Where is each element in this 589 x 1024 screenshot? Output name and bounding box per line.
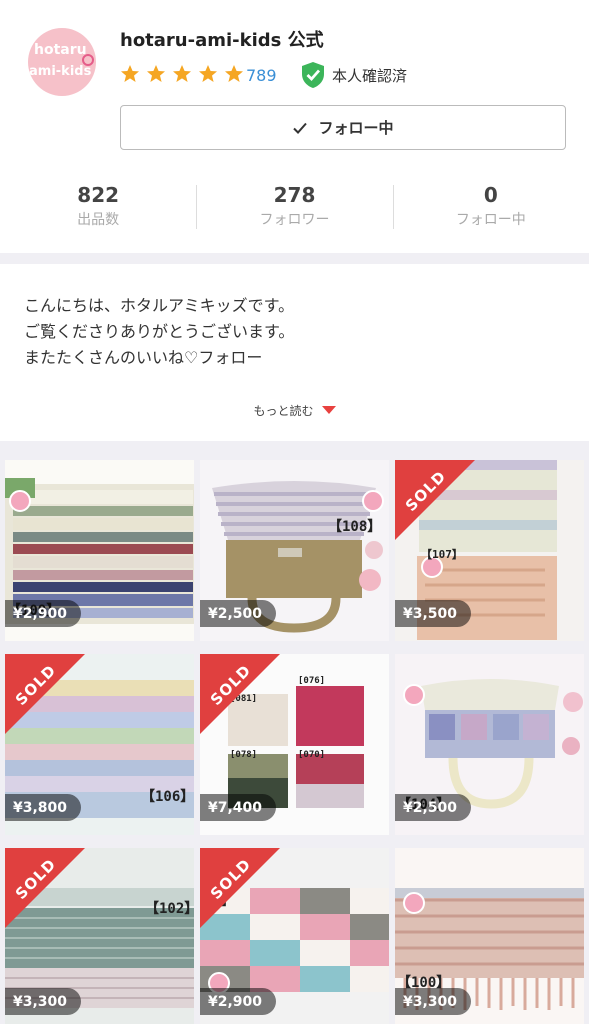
sold-ribbon: SOLD: [395, 460, 475, 540]
item-tile[interactable]: 【109】 ¥2,900: [5, 460, 194, 641]
item-tile[interactable]: 【108】 ¥2,500: [200, 460, 389, 641]
shield-check-icon: [302, 62, 324, 88]
shop-name: hotaru-ami-kids 公式: [120, 30, 324, 51]
sold-ribbon: SOLD: [5, 654, 85, 734]
star-icon: [225, 65, 243, 82]
avatar-text-line1: hotaru: [34, 42, 87, 58]
item-tile[interactable]: 【107】 SOLD ¥3,500: [395, 460, 584, 641]
item-tile[interactable]: 【100】 ¥3,300: [395, 848, 584, 1024]
item-price: ¥2,900: [5, 600, 82, 627]
stat-followers[interactable]: 278 フォロワー: [196, 183, 392, 233]
item-price: ¥3,800: [5, 794, 82, 821]
item-tile[interactable]: 01】 SOLD ¥2,900: [200, 848, 389, 1024]
sold-ribbon: SOLD: [5, 848, 85, 928]
shop-logo-icon: [403, 892, 425, 914]
item-number-tag: 【102】: [145, 901, 194, 917]
rating-stars[interactable]: [120, 64, 244, 84]
stat-value: 0: [483, 183, 498, 207]
stat-value: 822: [77, 183, 120, 207]
intro-line: ご覧くださりありがとうございます。: [24, 322, 295, 341]
item-tile[interactable]: 【104】 ¥2,500: [395, 654, 584, 835]
avatar[interactable]: hotaru ami-kids: [28, 28, 96, 96]
sold-ribbon: SOLD: [200, 848, 280, 928]
item-price: ¥7,400: [200, 794, 277, 821]
follow-button-label: フォロー中: [318, 119, 394, 137]
star-icon: [147, 65, 165, 82]
item-price: ¥3,300: [5, 988, 82, 1015]
profile-header: hotaru ami-kids hotaru-ami-kids 公式 789 本…: [0, 0, 589, 253]
item-tile[interactable]: 【106】 SOLD ¥3,800: [5, 654, 194, 835]
stat-label: 出品数: [77, 212, 120, 228]
item-subtag: [070]: [298, 750, 326, 760]
shop-profile-screen: hotaru ami-kids hotaru-ami-kids 公式 789 本…: [0, 0, 589, 1024]
item-number-tag: 【106】: [141, 789, 194, 805]
sold-ribbon: SOLD: [200, 654, 280, 734]
item-price: ¥2,500: [200, 600, 277, 627]
check-icon: [293, 122, 308, 134]
intro-line: またたくさんのいいね♡フォロー: [24, 348, 263, 367]
stat-following[interactable]: 0 フォロー中: [392, 183, 589, 233]
stat-value: 278: [273, 183, 316, 207]
avatar-text-line2: ami-kids: [29, 64, 92, 79]
shop-stats: 822 出品数 278 フォロワー 0 フォロー中: [0, 183, 589, 233]
verified-badge: 本人確認済: [300, 61, 407, 89]
star-icon: [199, 65, 217, 82]
item-price: ¥3,300: [395, 988, 472, 1015]
stat-listings[interactable]: 822 出品数: [0, 183, 196, 233]
stat-label: フォロワー: [259, 212, 330, 228]
star-icon: [121, 65, 139, 82]
item-price: ¥2,900: [200, 988, 277, 1015]
follow-button[interactable]: フォロー中: [120, 105, 566, 150]
verified-label: 本人確認済: [332, 66, 408, 85]
item-tile[interactable]: [081] [076] [078] [070] SOLD ¥7,400: [200, 654, 389, 835]
intro-line: こんにちは、ホタルアミキッズです。: [24, 296, 295, 315]
read-more-button[interactable]: もっと読む: [0, 402, 589, 419]
item-price: ¥3,500: [395, 600, 472, 627]
star-icon: [173, 65, 191, 82]
item-tile[interactable]: 【102】 SOLD ¥3,300: [5, 848, 194, 1024]
stat-label: フォロー中: [455, 212, 526, 228]
item-number-tag: 【108】: [328, 519, 382, 535]
item-price: ¥2,500: [395, 794, 472, 821]
avatar-ring-icon: [82, 54, 94, 66]
shop-logo-icon: [403, 684, 425, 706]
item-number-tag: 【107】: [421, 548, 463, 561]
read-more-label: もっと読む: [253, 404, 314, 418]
caret-down-icon: [321, 406, 336, 414]
shop-logo-icon: [9, 490, 31, 512]
item-subtag: [078]: [230, 750, 258, 760]
item-subtag: [076]: [298, 676, 326, 686]
shop-logo-icon: [362, 490, 384, 512]
rating-count-link[interactable]: 789: [246, 66, 277, 85]
